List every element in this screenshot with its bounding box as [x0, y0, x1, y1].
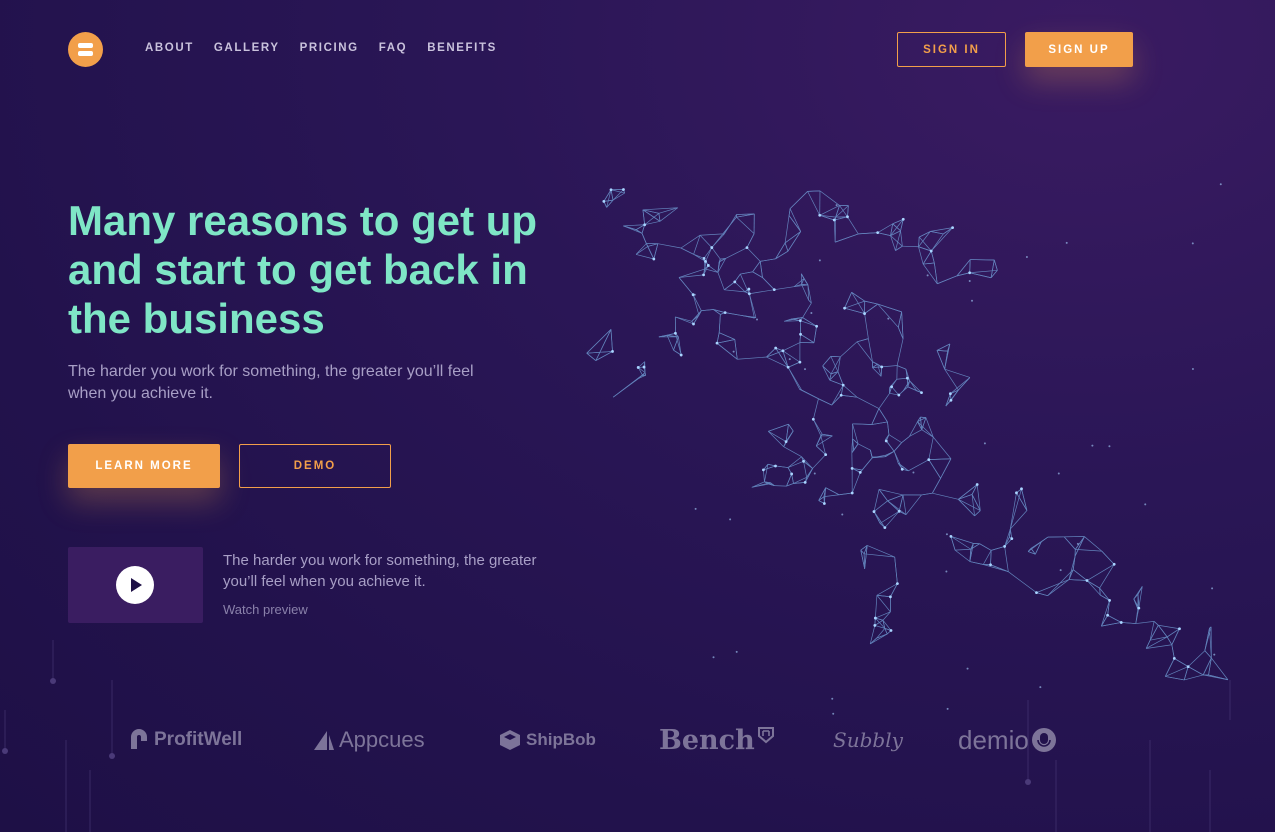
nav-benefits[interactable]: BENEFITS	[427, 42, 497, 54]
logo-icon[interactable]	[68, 32, 103, 67]
nav-about[interactable]: ABOUT	[145, 42, 194, 54]
main-nav: ABOUT GALLERY PRICING FAQ BENEFITS	[145, 42, 517, 54]
hero-subtitle: The harder you work for something, the g…	[68, 363, 474, 402]
play-icon[interactable]	[116, 566, 154, 604]
profitwell-icon	[131, 729, 147, 749]
brand-profitwell: ProfitWell	[128, 720, 242, 760]
appcues-icon	[314, 731, 334, 750]
sign-up-button[interactable]: SIGN UP	[1025, 32, 1133, 67]
hero-title: Many reasons to get up and start to get …	[68, 197, 538, 342]
nav-gallery[interactable]: GALLERY	[214, 42, 280, 54]
brand-appcues: Appcues	[313, 720, 425, 760]
sign-in-button[interactable]: SIGN IN	[897, 32, 1006, 67]
brand-label: Appcues	[339, 727, 425, 752]
demo-button[interactable]: DEMO	[239, 444, 391, 488]
learn-more-button[interactable]: LEARN MORE	[68, 444, 220, 488]
runner-illustration	[586, 183, 1229, 715]
nav-faq[interactable]: FAQ	[379, 42, 407, 54]
site-header: ABOUT GALLERY PRICING FAQ BENEFITS SIGN …	[0, 0, 1275, 100]
video-thumbnail[interactable]	[68, 547, 203, 623]
nav-pricing[interactable]: PRICING	[300, 42, 359, 54]
brand-label: ProfitWell	[154, 729, 243, 750]
shipbob-icon	[500, 730, 520, 750]
video-description: The harder you work for something, the g…	[223, 552, 537, 590]
watch-preview-link[interactable]: Watch preview	[223, 602, 308, 617]
